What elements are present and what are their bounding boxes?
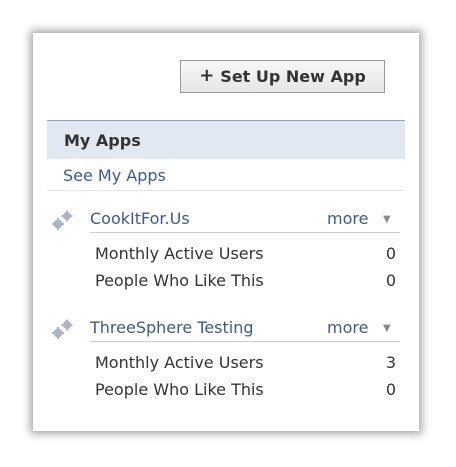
see-my-apps-link[interactable]: See My Apps — [63, 166, 166, 185]
gears-icon — [52, 210, 73, 230]
stat-row: Monthly Active Users 0 — [95, 244, 396, 263]
stat-label: Monthly Active Users — [95, 353, 264, 372]
stat-label: Monthly Active Users — [95, 244, 264, 263]
plus-icon: + — [199, 65, 215, 86]
app-name-link[interactable]: CookItFor.Us — [90, 209, 190, 228]
set-up-new-app-label: Set Up New App — [220, 67, 366, 86]
gears-icon — [52, 319, 73, 339]
my-apps-header: My Apps — [47, 120, 405, 159]
more-link[interactable]: more — [327, 209, 368, 228]
stat-row: Monthly Active Users 3 — [95, 353, 396, 372]
stat-value: 3 — [385, 353, 396, 372]
more-link[interactable]: more — [327, 318, 368, 337]
chevron-down-icon[interactable]: ▼ — [383, 323, 391, 334]
my-apps-title: My Apps — [64, 130, 141, 150]
chevron-down-icon[interactable]: ▼ — [383, 214, 391, 225]
stat-value: 0 — [385, 380, 396, 399]
app-divider — [90, 232, 400, 233]
stat-value: 0 — [385, 244, 396, 263]
app-divider — [90, 341, 400, 342]
stat-label: People Who Like This — [95, 380, 264, 399]
set-up-new-app-button[interactable]: + Set Up New App — [180, 60, 385, 93]
stat-value: 0 — [385, 271, 396, 290]
stat-label: People Who Like This — [95, 271, 264, 290]
my-apps-panel: + Set Up New App My Apps See My Apps Coo — [33, 33, 419, 431]
stat-row: People Who Like This 0 — [95, 271, 396, 290]
divider — [47, 190, 405, 191]
app-name-link[interactable]: ThreeSphere Testing — [90, 318, 254, 337]
stat-row: People Who Like This 0 — [95, 380, 396, 399]
